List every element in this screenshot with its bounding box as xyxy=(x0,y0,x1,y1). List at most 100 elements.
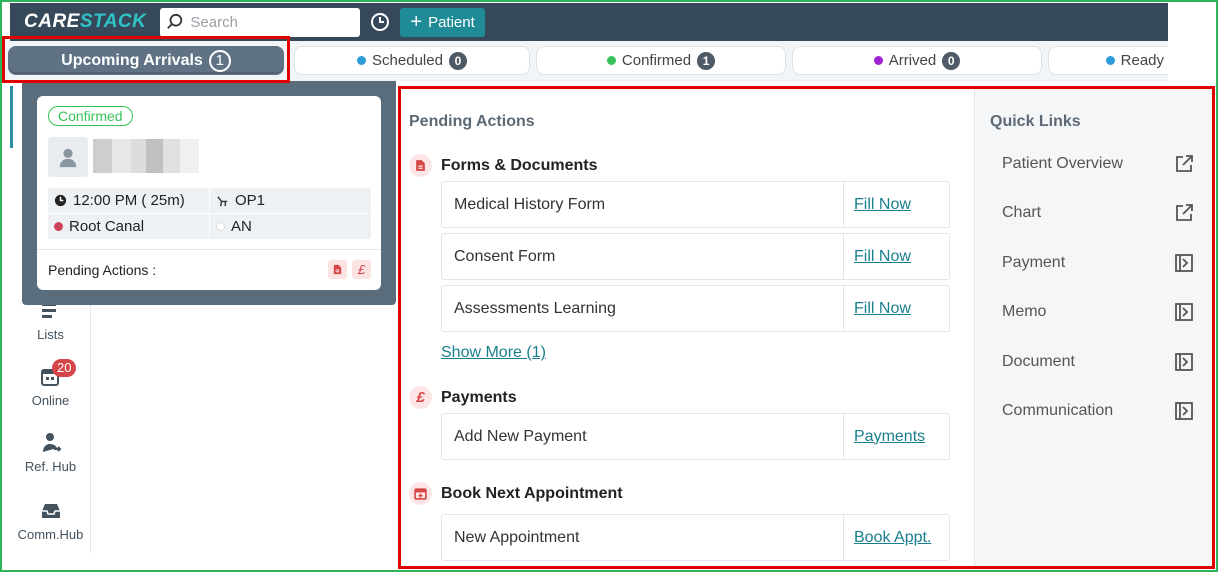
sidebar-comm-hub-label: Comm.Hub xyxy=(17,527,84,542)
panel-open-icon xyxy=(1175,402,1193,420)
external-link-icon xyxy=(1176,204,1193,221)
show-more-link[interactable]: Show More (1) xyxy=(441,344,546,362)
appointment-name: New Appointment xyxy=(442,515,844,560)
tab-ready[interactable]: Ready xyxy=(1048,46,1168,75)
arrived-count: 0 xyxy=(942,51,961,70)
quick-link-payment[interactable]: Payment xyxy=(1002,253,1194,273)
quick-link-label: Document xyxy=(1002,353,1075,370)
tab-scheduled[interactable]: Scheduled 0 xyxy=(294,46,530,75)
appointment-info-grid: 12:00 PM ( 25m) OP1 Root Canal AN xyxy=(48,188,371,239)
pending-actions-label: Pending Actions : xyxy=(48,262,157,278)
avatar xyxy=(48,137,88,177)
dental-chair-icon xyxy=(217,196,228,207)
pound-icon: £ xyxy=(409,386,432,409)
operatory-cell: OP1 xyxy=(210,188,371,213)
patient-name-redacted xyxy=(93,139,199,173)
book-appointment-title: Book Next Appointment xyxy=(441,484,623,502)
form-name: Medical History Form xyxy=(442,182,844,227)
quick-link-document[interactable]: Document xyxy=(1002,352,1194,372)
sidebar-item-ref-hub[interactable]: Ref. Hub xyxy=(10,431,91,474)
pending-actions-title: Pending Actions xyxy=(409,113,535,130)
procedure-cell: Root Canal xyxy=(48,214,209,239)
referral-icon xyxy=(42,433,61,452)
quick-link-label: Payment xyxy=(1002,254,1066,271)
confirmed-count: 1 xyxy=(697,51,716,70)
add-patient-label: Patient xyxy=(428,13,475,31)
status-badge: Confirmed xyxy=(48,106,133,126)
fill-now-link[interactable]: Fill Now xyxy=(844,248,911,266)
document-icon[interactable] xyxy=(328,260,347,279)
quick-link-label: Memo xyxy=(1002,303,1047,320)
calendar-add-icon xyxy=(409,482,432,505)
tab-arrived[interactable]: Arrived 0 xyxy=(792,46,1042,75)
confirmed-dot xyxy=(606,56,616,65)
plus-icon: + xyxy=(410,11,423,33)
scheduled-count: 0 xyxy=(448,51,467,70)
upcoming-arrivals-popup: Confirmed 12:00 PM ( 25m) OP1 Root Canal… xyxy=(22,81,396,305)
payments-link[interactable]: Payments xyxy=(844,428,925,446)
forms-documents-heading: Forms & Documents xyxy=(409,154,597,177)
clock-icon xyxy=(54,194,67,207)
sidebar-lists-label: Lists xyxy=(37,327,64,342)
sidebar-active-indicator xyxy=(10,86,13,148)
provider-value: AN xyxy=(231,218,252,235)
form-name: Assessments Learning xyxy=(442,286,844,331)
quick-links-title: Quick Links xyxy=(990,113,1081,130)
panel-open-icon xyxy=(1175,254,1193,272)
quick-link-label: Patient Overview xyxy=(1002,155,1123,172)
quick-links-panel: Quick Links Patient Overview Chart Payme… xyxy=(974,89,1212,566)
sidebar-item-lists[interactable]: Lists xyxy=(10,299,91,342)
quick-link-communication[interactable]: Communication xyxy=(1002,401,1194,421)
procedure-dot xyxy=(54,222,63,231)
tab-ready-label: Ready xyxy=(1120,52,1164,69)
sidebar-item-online[interactable]: 20 Online xyxy=(10,359,91,408)
document-icon xyxy=(409,154,432,177)
search-box[interactable] xyxy=(160,7,361,37)
inbox-icon xyxy=(41,504,60,518)
list-item: Assessments Learning Fill Now xyxy=(441,285,950,332)
quick-link-memo[interactable]: Memo xyxy=(1002,302,1194,322)
tab-confirmed-label: Confirmed xyxy=(621,52,692,69)
user-icon xyxy=(59,148,77,168)
tab-arrived-label: Arrived xyxy=(888,52,937,69)
carestack-logo[interactable]: CARESTACK xyxy=(24,11,146,33)
arrived-dot xyxy=(873,56,883,65)
external-link-icon xyxy=(1176,155,1193,172)
pending-actions-area: Pending Actions Forms & Documents Medica… xyxy=(401,89,974,566)
fill-now-link[interactable]: Fill Now xyxy=(844,300,911,318)
sidebar-online-label: Online xyxy=(31,393,70,408)
payment-pound-icon[interactable]: £ xyxy=(352,260,371,279)
sidebar-ref-hub-label: Ref. Hub xyxy=(24,459,77,474)
appointment-card[interactable]: Confirmed 12:00 PM ( 25m) OP1 Root Canal… xyxy=(37,96,381,290)
panel-open-icon xyxy=(1175,303,1193,321)
sidebar-item-comm-hub[interactable]: Comm.Hub xyxy=(10,499,91,542)
time-cell: 12:00 PM ( 25m) xyxy=(48,188,209,213)
payments-title: Payments xyxy=(441,388,517,406)
quick-link-label: Communication xyxy=(1002,402,1114,419)
book-appointment-heading: Book Next Appointment xyxy=(409,482,623,505)
tab-confirmed[interactable]: Confirmed 1 xyxy=(536,46,786,75)
search-input[interactable] xyxy=(190,13,351,31)
operatory-value: OP1 xyxy=(235,192,266,209)
list-item: Medical History Form Fill Now xyxy=(441,181,950,228)
quick-link-label: Chart xyxy=(1002,204,1042,221)
tab-scheduled-label: Scheduled xyxy=(372,52,443,69)
patient-actions-panel: Pending Actions Forms & Documents Medica… xyxy=(398,86,1215,569)
forms-documents-title: Forms & Documents xyxy=(441,156,598,174)
provider-dot xyxy=(216,222,225,231)
provider-cell: AN xyxy=(210,214,371,239)
quick-link-chart[interactable]: Chart xyxy=(1002,203,1194,223)
fill-now-link[interactable]: Fill Now xyxy=(844,196,911,214)
highlight-upcoming-box xyxy=(2,36,290,83)
appointment-time: 12:00 PM ( 25m) xyxy=(73,192,185,209)
quick-link-patient-overview[interactable]: Patient Overview xyxy=(1002,154,1194,174)
book-appt-link[interactable]: Book Appt. xyxy=(844,529,931,547)
online-badge: 20 xyxy=(52,359,77,377)
add-patient-button[interactable]: + Patient xyxy=(400,7,485,37)
list-item: New Appointment Book Appt. xyxy=(441,514,950,561)
quick-action-icon[interactable] xyxy=(370,12,390,32)
ready-dot xyxy=(1105,56,1115,65)
list-item: Consent Form Fill Now xyxy=(441,233,950,280)
procedure-value: Root Canal xyxy=(69,218,145,235)
scheduled-dot xyxy=(357,56,367,65)
